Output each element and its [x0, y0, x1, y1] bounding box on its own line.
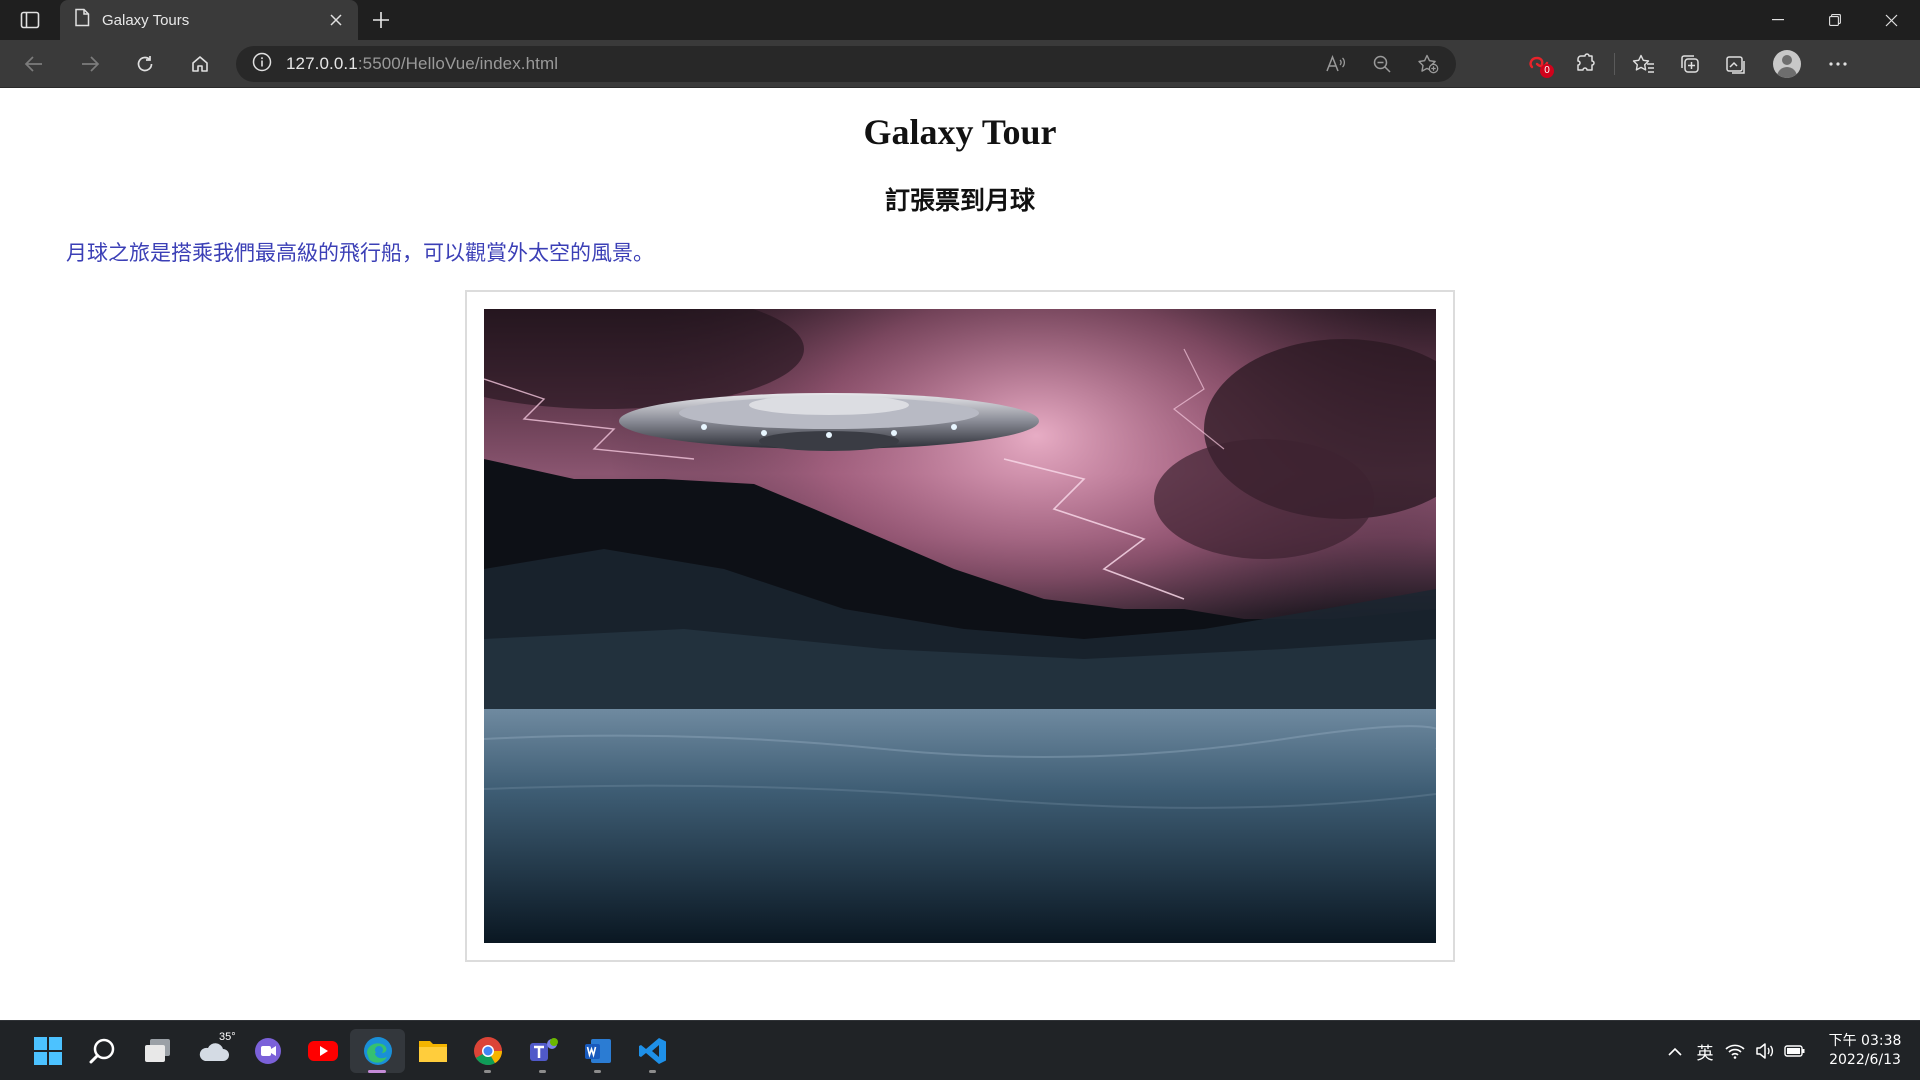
input-language[interactable]: 英	[1690, 1031, 1720, 1071]
minimize-icon[interactable]	[1749, 0, 1806, 40]
read-aloud-icon[interactable]	[1318, 48, 1354, 80]
performance-icon[interactable]	[1713, 48, 1759, 80]
zoom-out-icon[interactable]	[1364, 48, 1400, 80]
refresh-icon[interactable]	[127, 48, 163, 80]
windows-taskbar: 35° 英 下午 03:38 2022/6/13	[0, 1020, 1920, 1080]
url-path: :5500/HelloVue/index.html	[357, 54, 559, 73]
page-description: 月球之旅是搭乘我們最高級的飛行船，可以觀賞外太空的風景。	[66, 241, 654, 265]
browser-tab[interactable]: Galaxy Tours	[60, 0, 358, 40]
chrome-icon[interactable]	[460, 1029, 515, 1073]
url-host: 127.0.0.1	[286, 54, 358, 73]
back-icon[interactable]	[16, 48, 52, 80]
extension-badge: 0	[1540, 64, 1554, 78]
weather-temperature: 35°	[219, 1031, 236, 1043]
toolbar-divider	[1614, 53, 1615, 75]
extension-icon[interactable]: 0	[1516, 48, 1562, 80]
add-favorite-icon[interactable]	[1410, 48, 1446, 80]
running-indicator	[368, 1070, 386, 1073]
close-window-icon[interactable]	[1863, 0, 1920, 40]
search-icon[interactable]	[75, 1029, 130, 1073]
browser-tab-bar: Galaxy Tours	[0, 0, 1920, 40]
browser-tools: 0	[1516, 48, 1861, 80]
collections-icon[interactable]	[1667, 48, 1713, 80]
teams-icon[interactable]	[515, 1029, 570, 1073]
browser-toolbar: 127.0.0.1:5500/HelloVue/index.html 0	[0, 40, 1920, 88]
new-tab-icon[interactable]	[366, 6, 396, 34]
forward-icon[interactable]	[72, 48, 108, 80]
tab-title: Galaxy Tours	[102, 11, 190, 29]
site-info-icon[interactable]	[252, 52, 272, 77]
more-options-icon[interactable]	[1815, 48, 1861, 80]
page-subtitle: 訂張票到月球	[884, 186, 1035, 215]
running-indicator	[594, 1070, 601, 1073]
ufo-over-lake-photo	[484, 309, 1436, 943]
tab-actions-icon[interactable]	[14, 8, 46, 32]
web-page: Galaxy Tour 訂張票到月球 月球之旅是搭乘我們最高級的飛行船，可以觀賞…	[0, 89, 1920, 1020]
taskbar-apps: 35°	[20, 1029, 680, 1073]
restore-icon[interactable]	[1806, 0, 1863, 40]
url-text[interactable]: 127.0.0.1:5500/HelloVue/index.html	[286, 54, 558, 74]
address-bar-actions	[1318, 46, 1446, 82]
youtube-icon[interactable]	[295, 1029, 350, 1073]
page-icon	[74, 8, 90, 32]
task-view-icon[interactable]	[130, 1029, 185, 1073]
favorites-icon[interactable]	[1621, 48, 1667, 80]
window-controls	[1749, 0, 1920, 40]
running-indicator	[539, 1070, 546, 1073]
close-tab-icon[interactable]	[324, 8, 348, 32]
start-icon[interactable]	[20, 1029, 75, 1073]
photo-frame	[465, 290, 1455, 962]
extensions-icon[interactable]	[1562, 48, 1608, 80]
wifi-icon[interactable]	[1720, 1031, 1750, 1071]
clock-date: 2022/6/13	[1829, 1052, 1901, 1068]
running-indicator	[484, 1070, 491, 1073]
volume-icon[interactable]	[1750, 1031, 1780, 1071]
clock[interactable]: 下午 03:38 2022/6/13	[1810, 1032, 1920, 1070]
address-bar[interactable]: 127.0.0.1:5500/HelloVue/index.html	[236, 46, 1456, 82]
word-icon[interactable]	[570, 1029, 625, 1073]
vscode-icon[interactable]	[625, 1029, 680, 1073]
clock-time: 下午 03:38	[1828, 1033, 1902, 1049]
system-tray: 英 下午 03:38 2022/6/13	[1660, 1021, 1920, 1080]
profile-avatar[interactable]	[1759, 48, 1815, 80]
battery-icon[interactable]	[1780, 1031, 1810, 1071]
avatar-icon	[1773, 50, 1801, 78]
running-indicator	[649, 1070, 656, 1073]
chevron-up-icon[interactable]	[1660, 1031, 1690, 1071]
teams-chat-icon[interactable]	[240, 1029, 295, 1073]
home-icon[interactable]	[182, 48, 218, 80]
file-explorer-icon[interactable]	[405, 1029, 460, 1073]
page-title: Galaxy Tour	[863, 112, 1057, 152]
weather-icon[interactable]: 35°	[185, 1029, 240, 1073]
edge-icon[interactable]	[350, 1029, 405, 1073]
